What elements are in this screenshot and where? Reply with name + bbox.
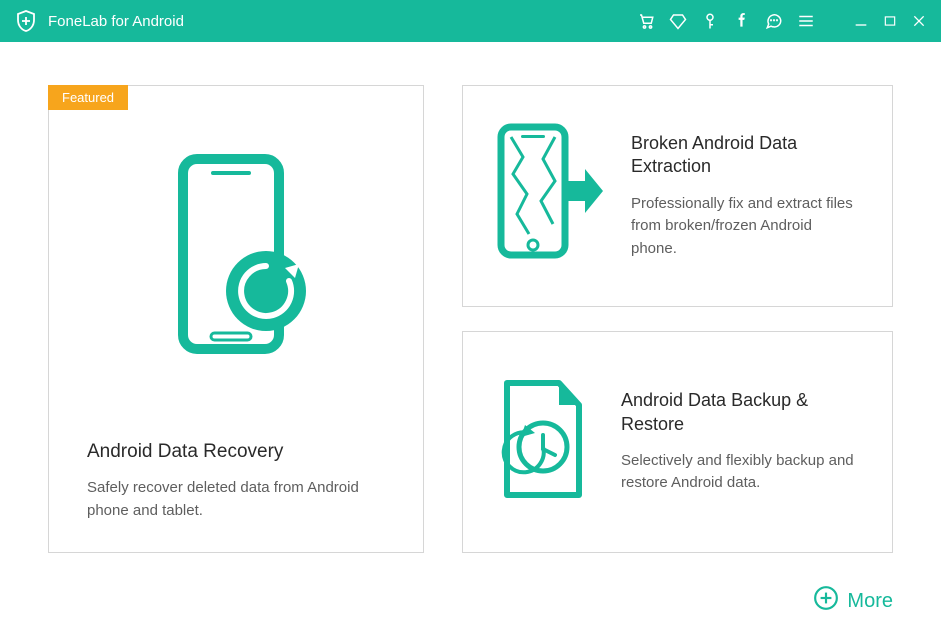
broken-phone-icon <box>493 119 603 274</box>
card-desc: Selectively and flexibly backup and rest… <box>621 450 858 495</box>
maximize-icon[interactable] <box>883 14 897 28</box>
menu-icon[interactable] <box>797 12 815 30</box>
plus-circle-icon <box>813 585 839 617</box>
app-logo-icon <box>14 9 38 33</box>
facebook-icon[interactable] <box>733 12 751 30</box>
card-title: Android Data Backup & Restore <box>621 389 858 436</box>
feedback-icon[interactable] <box>765 12 783 30</box>
close-icon[interactable] <box>911 13 927 29</box>
card-android-data-recovery[interactable]: Featured Android Data Recovery Safely re… <box>48 85 424 553</box>
key-icon[interactable] <box>701 12 719 30</box>
card-desc: Safely recover deleted data from Android… <box>87 477 385 522</box>
cart-icon[interactable] <box>637 12 655 30</box>
card-desc: Professionally fix and extract files fro… <box>631 193 858 261</box>
card-broken-android-extraction[interactable]: Broken Android Data Extraction Professio… <box>462 85 893 307</box>
card-android-backup-restore[interactable]: Android Data Backup & Restore Selectivel… <box>462 331 893 553</box>
minimize-icon[interactable] <box>853 13 869 29</box>
card-title: Android Data Recovery <box>87 441 385 463</box>
phone-recovery-icon <box>161 151 311 376</box>
more-button[interactable]: More <box>813 585 893 617</box>
file-backup-icon <box>493 375 593 510</box>
app-title: FoneLab for Android <box>48 13 184 30</box>
card-title: Broken Android Data Extraction <box>631 132 858 179</box>
main-content: Featured Android Data Recovery Safely re… <box>0 42 941 573</box>
titlebar: FoneLab for Android <box>0 0 941 42</box>
diamond-icon[interactable] <box>669 12 687 30</box>
featured-badge: Featured <box>48 85 128 110</box>
more-label: More <box>847 590 893 613</box>
